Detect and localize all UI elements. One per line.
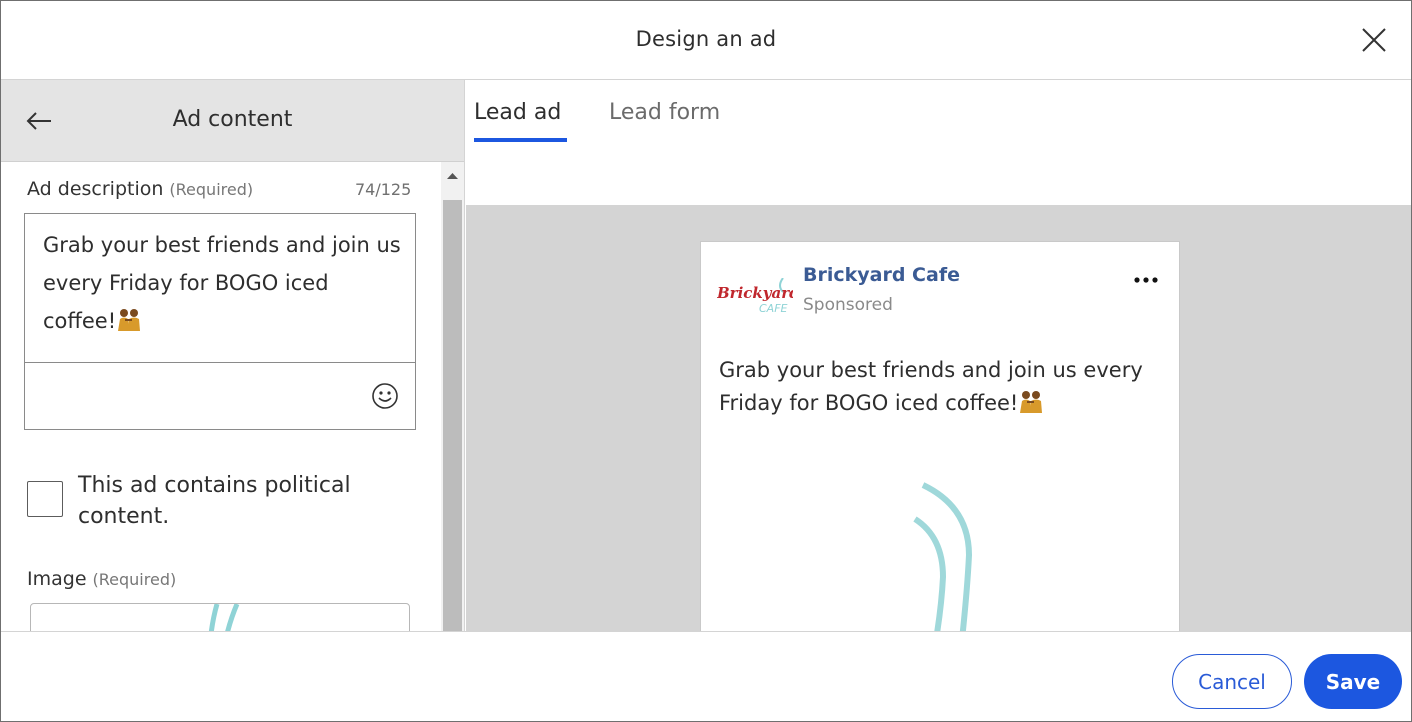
tab-lead-form[interactable]: Lead form	[609, 100, 720, 125]
cancel-button[interactable]: Cancel	[1172, 654, 1292, 709]
scrollbar[interactable]	[441, 162, 464, 631]
dialog-footer: Cancel Save	[1, 631, 1411, 721]
steam-graphic	[208, 604, 240, 631]
character-counter: 74/125	[355, 180, 412, 199]
two-people-emoji	[116, 306, 142, 344]
brand-name-link[interactable]: Brickyard Cafe	[803, 264, 960, 286]
more-horizontal-icon[interactable]	[1131, 272, 1161, 286]
ad-preview-card: Brickyard CAFE Brickyard Cafe Sponsored …	[700, 241, 1180, 631]
design-ad-dialog: Design an ad Ad content Ad description (R…	[0, 0, 1412, 722]
two-people-emoji	[1018, 390, 1044, 424]
tab-bar: Lead ad Lead form	[466, 80, 1411, 205]
preview-panel: Lead ad Lead form Brickyard CAFE Brickya…	[466, 80, 1411, 631]
dialog-title: Design an ad	[635, 27, 777, 51]
smiley-icon[interactable]	[371, 382, 399, 410]
ad-preview-text: Grab your best friends and join us every…	[719, 354, 1169, 424]
ad-description-label-text: Ad description	[27, 178, 164, 200]
ad-description-field[interactable]: Grab your best friends and join us every…	[24, 213, 416, 430]
ad-content-panel: Ad content Ad description (Required) 74/1…	[1, 80, 465, 631]
description-divider	[25, 362, 415, 363]
close-icon[interactable]	[1361, 27, 1387, 53]
scrollbar-thumb[interactable]	[443, 200, 462, 631]
ad-preview-image	[701, 467, 1179, 631]
active-tab-indicator	[474, 138, 567, 142]
ad-preview-text-value: Grab your best friends and join us every…	[719, 358, 1143, 415]
political-content-checkbox[interactable]	[27, 481, 63, 517]
dialog-header: Design an ad	[1, 1, 1411, 80]
political-content-label: This ad contains political content.	[78, 473, 351, 529]
scroll-up-arrow-icon[interactable]	[441, 168, 464, 182]
ad-content-header: Ad content	[1, 80, 464, 162]
required-hint: (Required)	[169, 180, 254, 199]
logo-text-bottom: CAFE	[759, 302, 788, 315]
image-label-text: Image	[27, 568, 87, 590]
ad-description-label: Ad description (Required)	[27, 178, 253, 200]
image-upload-preview[interactable]	[30, 603, 410, 631]
brickyard-logo: Brickyard CAFE	[716, 277, 800, 320]
ad-description-value: Grab your best friends and join us every…	[43, 233, 401, 333]
save-button[interactable]: Save	[1304, 654, 1402, 709]
sponsored-label: Sponsored	[803, 295, 893, 315]
tab-lead-ad[interactable]: Lead ad	[474, 100, 561, 125]
required-hint: (Required)	[92, 570, 177, 589]
ad-description-text[interactable]: Grab your best friends and join us every…	[43, 226, 403, 344]
image-label: Image (Required)	[27, 568, 176, 590]
ad-preview-area: Brickyard CAFE Brickyard Cafe Sponsored …	[466, 205, 1411, 631]
logo-text-top: Brickyard	[717, 284, 793, 302]
ad-content-title: Ad content	[172, 107, 293, 132]
steam-graphic	[913, 482, 973, 631]
